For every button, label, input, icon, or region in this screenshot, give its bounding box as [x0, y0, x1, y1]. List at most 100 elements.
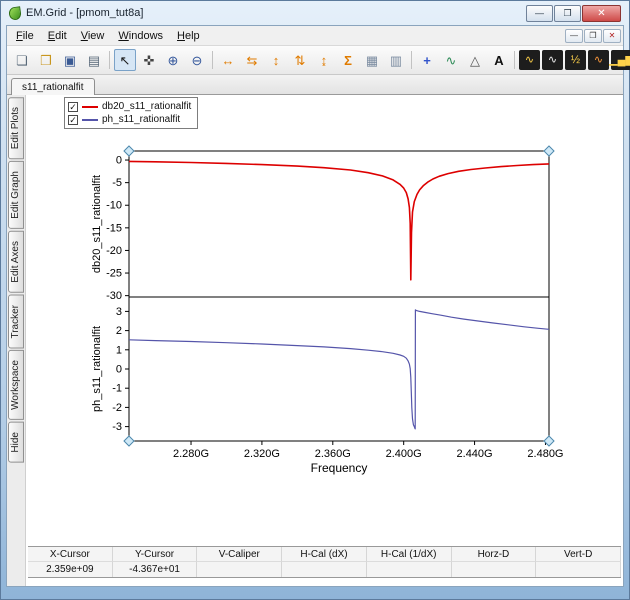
- grid-icon[interactable]: ▦: [361, 49, 383, 71]
- x-tick-label: 2.280G: [173, 448, 209, 460]
- y-tick-label: -10: [106, 200, 122, 212]
- waveform-orange-icon[interactable]: ∿: [588, 50, 609, 70]
- toolbar-icons: ❏❒▣▤↖✜⊕⊖↔⇆↕⇅↨Σ▦▥+∿△A∿∿½∿▁▄▆▦▦: [10, 49, 630, 71]
- half-fraction-icon[interactable]: ½: [565, 50, 586, 70]
- plot-area: ✓db20_s11_rationalfit✓ph_s11_rationalfit…: [26, 95, 623, 586]
- add-marker-icon[interactable]: +: [416, 49, 438, 71]
- expand-x-axis-icon[interactable]: ↔: [217, 49, 239, 71]
- mdi-controls: —❐✕: [565, 29, 623, 43]
- legend-label: db20_s11_rationalfit: [102, 101, 191, 112]
- zoom-in-icon[interactable]: ⊕: [162, 49, 184, 71]
- status-header-h-cal-1-dx: H-Cal (1/dX): [367, 547, 452, 562]
- legend-checkbox[interactable]: ✓: [68, 102, 78, 112]
- status-header-h-cal-dx: H-Cal (dX): [282, 547, 367, 562]
- mdi-close-button[interactable]: ✕: [603, 29, 621, 43]
- sidebar-tab-tracker[interactable]: Tracker: [8, 295, 24, 349]
- close-button[interactable]: ✕: [582, 5, 621, 22]
- plot-canvas[interactable]: 0-5-10-15-20-25-30db20_s11_rationalfit32…: [26, 95, 623, 546]
- marker-shape-icon[interactable]: △: [464, 49, 486, 71]
- tab-bar: s11_rationalfit: [7, 75, 623, 95]
- x-tick-label: 2.480G: [527, 448, 563, 460]
- menubar: FileEditViewWindowsHelp —❐✕: [7, 26, 623, 46]
- y-tick-label: -5: [112, 177, 122, 189]
- new-file-icon[interactable]: ❏: [11, 49, 33, 71]
- menu-items: FileEditViewWindowsHelp: [9, 28, 207, 44]
- y-axis-label: ph_s11_rationalfit: [91, 326, 103, 412]
- x-tick-label: 2.440G: [457, 448, 493, 460]
- x-tick-label: 2.320G: [244, 448, 280, 460]
- toolbar-separator: [109, 51, 110, 69]
- sidebar-tab-edit-plots[interactable]: Edit Plots: [8, 97, 24, 159]
- minimize-button[interactable]: —: [526, 5, 553, 22]
- fit-y-axis-icon[interactable]: ⇅: [289, 49, 311, 71]
- table-icon[interactable]: ▥: [385, 49, 407, 71]
- menu-file[interactable]: File: [9, 28, 41, 44]
- workspace-body: Edit Plots Edit Graph Edit Axes TrackerWork…: [7, 95, 623, 586]
- pan-hand-icon[interactable]: ✜: [138, 49, 160, 71]
- plot-frame: [129, 151, 549, 441]
- y-tick-label: -30: [106, 290, 122, 302]
- sidebar-tab-edit-axes[interactable]: Edit Axes: [8, 231, 24, 293]
- status-header-v-caliper: V-Caliper: [197, 547, 282, 562]
- series-ph_s11_rationalfit: [129, 310, 549, 429]
- status-value-y-cursor: -4.367e+01: [113, 562, 198, 577]
- tab-s11-rationalfit[interactable]: s11_rationalfit: [11, 78, 95, 95]
- y-tick-label: 0: [116, 155, 122, 167]
- caliper-handle[interactable]: [124, 436, 134, 446]
- mdi-minimize-button[interactable]: —: [565, 29, 583, 43]
- status-value-horz-d: [452, 562, 537, 577]
- sidebar-tab-edit-graph[interactable]: Edit Graph: [8, 161, 24, 229]
- maximize-button[interactable]: ❐: [554, 5, 581, 22]
- status-value-x-cursor: 2.359e+09: [28, 562, 113, 577]
- y-axis-label: db20_s11_rationalfit: [91, 175, 103, 273]
- status-value-h-cal-1-dx: [367, 562, 452, 577]
- y-tick-label: 0: [116, 364, 122, 376]
- toolbar-separator: [411, 51, 412, 69]
- legend-line-swatch: [82, 106, 98, 108]
- zoom-out-icon[interactable]: ⊖: [186, 49, 208, 71]
- smooth-curve-icon[interactable]: ∿: [440, 49, 462, 71]
- window-frame: EM.Grid - [pmom_tut8a] —❐✕ FileEditViewW…: [0, 0, 630, 600]
- caliper-handle[interactable]: [124, 146, 134, 156]
- histogram-icon[interactable]: ▁▄▆: [611, 50, 630, 70]
- app-frame: FileEditViewWindowsHelp —❐✕ ❏❒▣▤ ↖✜⊕⊖ ↔⇆↕⇅…: [6, 25, 624, 587]
- y-tick-label: 1: [116, 344, 122, 356]
- x-axis-label: Frequency: [311, 461, 368, 475]
- x-tick-label: 2.360G: [315, 448, 351, 460]
- menu-view[interactable]: View: [74, 28, 112, 44]
- select-arrow-icon[interactable]: ↖: [114, 49, 136, 71]
- chart-wrap: ✓db20_s11_rationalfit✓ph_s11_rationalfit…: [26, 95, 623, 546]
- legend-entry: ✓ db20_s11_rationalfit: [68, 100, 191, 113]
- status-header-x-cursor: X-Cursor: [28, 547, 113, 562]
- open-folder-icon[interactable]: ❒: [35, 49, 57, 71]
- y-tick-label: -20: [106, 245, 122, 257]
- waveform-yellow-icon[interactable]: ∿: [519, 50, 540, 70]
- save-icon[interactable]: ▣: [59, 49, 81, 71]
- status-header-y-cursor: Y-Cursor: [113, 547, 198, 562]
- legend-checkbox[interactable]: ✓: [68, 115, 78, 125]
- sum-icon[interactable]: Σ: [337, 49, 359, 71]
- waveform-white-icon[interactable]: ∿: [542, 50, 563, 70]
- toolbar-separator: [212, 51, 213, 69]
- menu-edit[interactable]: Edit: [41, 28, 74, 44]
- menu-windows[interactable]: Windows: [111, 28, 170, 44]
- status-value-vert-d: [536, 562, 621, 577]
- caliper-handle[interactable]: [544, 146, 554, 156]
- expand-y-axis-icon[interactable]: ↕: [265, 49, 287, 71]
- autoscale-icon[interactable]: ↨: [313, 49, 335, 71]
- text-label-icon[interactable]: A: [488, 49, 510, 71]
- y-tick-label: -1: [112, 383, 122, 395]
- mdi-restore-button[interactable]: ❐: [584, 29, 602, 43]
- menu-help[interactable]: Help: [170, 28, 207, 44]
- sidebar-tab-hide[interactable]: Hide: [8, 422, 24, 463]
- x-tick-label: 2.400G: [386, 448, 422, 460]
- legend-entry: ✓ph_s11_rationalfit: [68, 113, 191, 126]
- sidebar-tab-workspace[interactable]: Workspace: [8, 350, 24, 420]
- titlebar[interactable]: EM.Grid - [pmom_tut8a] —❐✕: [6, 1, 624, 25]
- print-icon[interactable]: ▤: [83, 49, 105, 71]
- window-controls: —❐✕: [526, 5, 621, 22]
- toolbar: ❏❒▣▤↖✜⊕⊖↔⇆↕⇅↨Σ▦▥+∿△A∿∿½∿▁▄▆▦▦ ≣ Layout: [7, 46, 623, 75]
- fit-x-axis-icon[interactable]: ⇆: [241, 49, 263, 71]
- y-tick-label: 2: [116, 325, 122, 337]
- y-tick-label: -25: [106, 268, 122, 280]
